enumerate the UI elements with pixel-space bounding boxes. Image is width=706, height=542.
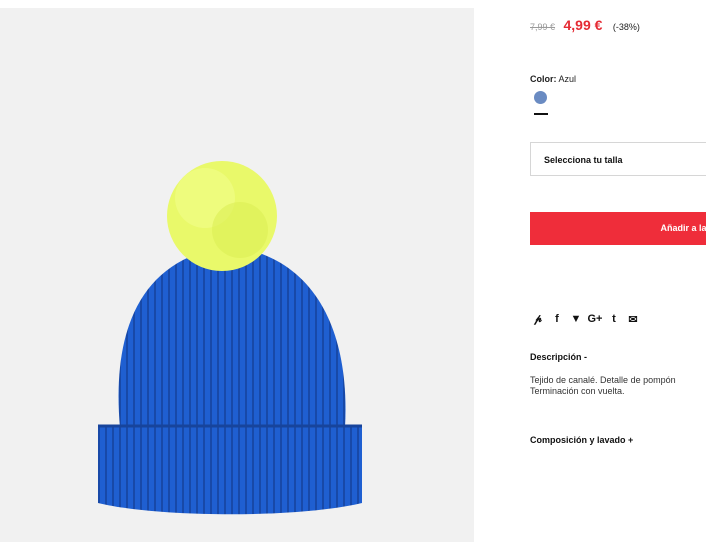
- add-to-bag-label: Añadir a la bo: [660, 223, 706, 233]
- color-label-value: Azul: [558, 74, 577, 84]
- product-image[interactable]: [0, 8, 474, 542]
- current-price: 4,99 €: [563, 17, 603, 33]
- add-to-bag-button[interactable]: Añadir a la bo: [530, 212, 706, 245]
- beanie-illustration: [98, 161, 362, 515]
- pompom: [167, 161, 277, 271]
- description-toggle[interactable]: Descripción -: [530, 352, 587, 362]
- twitter-icon[interactable]: ▼: [568, 313, 584, 326]
- description-text: Tejido de canalé. Detalle de pompón Term…: [530, 375, 706, 397]
- color-label: Color: Azul: [530, 74, 576, 84]
- price-row: 7,99 € 4,99 € (-38%): [530, 17, 640, 35]
- old-price: 7,99 €: [530, 22, 556, 32]
- description-line-1: Tejido de canalé. Detalle de pompón: [530, 375, 676, 385]
- pinterest-icon[interactable]: 𝓅: [530, 313, 546, 326]
- description-line-2: Terminación con vuelta.: [530, 386, 625, 396]
- discount-badge: (-38%): [612, 22, 640, 32]
- size-select-label: Selecciona tu talla: [544, 155, 623, 165]
- selected-swatch-indicator: [534, 113, 548, 115]
- share-icons: 𝓅 f ▼ G+ t ✉: [530, 313, 644, 326]
- email-icon[interactable]: ✉: [625, 313, 641, 326]
- color-swatch-azul[interactable]: [534, 91, 547, 104]
- composition-toggle[interactable]: Composición y lavado +: [530, 435, 633, 445]
- color-label-key: Color:: [530, 74, 557, 84]
- google-plus-icon[interactable]: G+: [587, 313, 603, 326]
- facebook-icon[interactable]: f: [549, 313, 565, 326]
- size-select[interactable]: Selecciona tu talla: [530, 142, 706, 176]
- tumblr-icon[interactable]: t: [606, 313, 622, 326]
